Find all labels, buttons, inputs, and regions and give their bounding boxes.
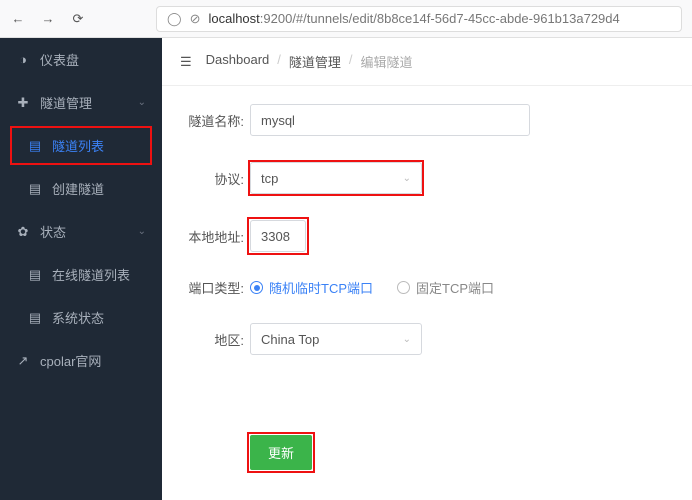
protocol-value: tcp	[261, 171, 278, 186]
sidebar-cpolar-site[interactable]: ↗ cpolar官网	[0, 339, 162, 382]
sidebar-system-status-label: 系统状态	[52, 308, 104, 327]
external-link-icon: ↗	[16, 353, 30, 369]
port-type-label: 端口类型:	[184, 278, 250, 297]
sidebar-status-label: 状态	[40, 222, 66, 241]
url-text: localhost:9200/#/tunnels/edit/8b8ce14f-5…	[208, 11, 619, 26]
port-type-random-label: 随机临时TCP端口	[269, 278, 373, 297]
local-addr-label: 本地地址:	[184, 227, 250, 246]
nav-reload-icon[interactable]: ⟳	[70, 11, 86, 27]
grid-icon: ▤	[28, 267, 42, 283]
gauge-icon: ◑	[16, 52, 30, 67]
menu-toggle-icon[interactable]: ☰	[180, 54, 192, 70]
tunnel-name-label: 隧道名称:	[184, 111, 250, 130]
sidebar: ◑ 仪表盘 ✚ 隧道管理 ⌄ ▤ 隧道列表 ▤ 创建隧道 ✿ 状态 ⌄ ▤	[0, 38, 162, 500]
gear-icon: ✿	[16, 224, 30, 240]
sidebar-tunnel-list-label: 隧道列表	[52, 136, 104, 155]
nav-back-icon[interactable]: ←	[10, 11, 26, 27]
chevron-down-icon: ⌄	[403, 334, 411, 345]
chevron-down-icon: ⌄	[403, 173, 411, 184]
shield-icon: ◯	[167, 11, 182, 27]
sidebar-online-tunnels-label: 在线隧道列表	[52, 265, 130, 284]
port-type-fixed-radio[interactable]: 固定TCP端口	[397, 278, 494, 297]
local-addr-input[interactable]	[250, 220, 306, 252]
url-bar[interactable]: ◯ ⊘ localhost:9200/#/tunnels/edit/8b8ce1…	[156, 6, 682, 32]
radio-unchecked-icon	[397, 281, 410, 294]
sidebar-cpolar-site-label: cpolar官网	[40, 351, 101, 370]
plus-circle-icon: ✚	[16, 95, 30, 111]
tunnel-name-input[interactable]	[250, 104, 530, 136]
radio-checked-icon	[250, 281, 263, 294]
submit-button[interactable]: 更新	[250, 435, 312, 470]
sidebar-create-tunnel[interactable]: ▤ 创建隧道	[0, 167, 162, 210]
sidebar-system-status[interactable]: ▤ 系统状态	[0, 296, 162, 339]
nav-forward-icon[interactable]: →	[40, 11, 56, 27]
lock-icon: ⊘	[190, 11, 201, 27]
sidebar-status[interactable]: ✿ 状态 ⌄	[0, 210, 162, 253]
protocol-label: 协议:	[184, 169, 250, 188]
sidebar-dashboard[interactable]: ◑ 仪表盘	[0, 38, 162, 81]
grid-icon: ▤	[28, 310, 42, 326]
breadcrumb-tunnel-mgmt[interactable]: 隧道管理	[289, 52, 341, 71]
add-icon: ▤	[28, 181, 42, 197]
list-icon: ▤	[28, 138, 42, 154]
protocol-select[interactable]: tcp ⌄	[250, 162, 422, 194]
sidebar-tunnel-mgmt[interactable]: ✚ 隧道管理 ⌄	[0, 81, 162, 124]
breadcrumb: Dashboard / 隧道管理 / 编辑隧道	[206, 52, 413, 71]
sidebar-online-tunnels[interactable]: ▤ 在线隧道列表	[0, 253, 162, 296]
port-type-fixed-label: 固定TCP端口	[416, 278, 494, 297]
region-label: 地区:	[184, 330, 250, 349]
region-select[interactable]: China Top ⌄	[250, 323, 422, 355]
chevron-down-icon: ⌄	[138, 226, 146, 237]
breadcrumb-current: 编辑隧道	[361, 52, 413, 71]
region-value: China Top	[261, 332, 319, 347]
sidebar-create-tunnel-label: 创建隧道	[52, 179, 104, 198]
sidebar-tunnel-list[interactable]: ▤ 隧道列表	[0, 124, 162, 167]
breadcrumb-dashboard[interactable]: Dashboard	[206, 52, 270, 71]
sidebar-dashboard-label: 仪表盘	[40, 50, 79, 69]
sidebar-tunnel-mgmt-label: 隧道管理	[40, 93, 92, 112]
chevron-down-icon: ⌄	[138, 97, 146, 108]
port-type-random-radio[interactable]: 随机临时TCP端口	[250, 278, 373, 297]
